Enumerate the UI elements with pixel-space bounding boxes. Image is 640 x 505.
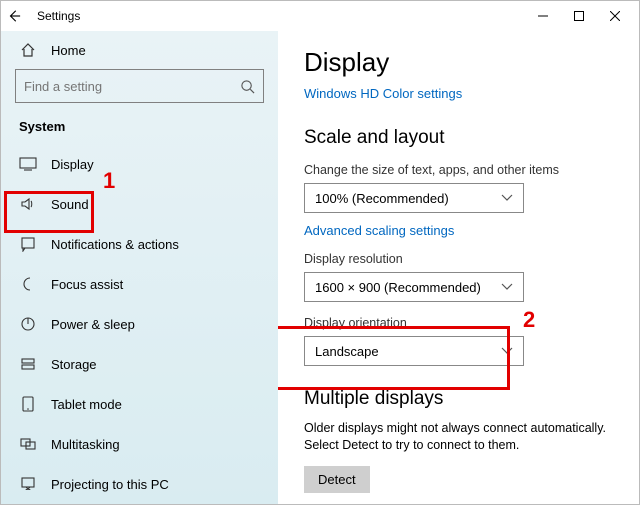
sidebar-item-power-sleep[interactable]: Power & sleep <box>1 304 278 344</box>
chevron-down-icon <box>501 283 513 291</box>
sidebar-item-label: Storage <box>51 357 97 372</box>
sidebar-item-notifications[interactable]: Notifications & actions <box>1 224 278 264</box>
text-size-combo[interactable]: 100% (Recommended) <box>304 183 524 213</box>
multitasking-icon <box>19 436 37 452</box>
titlebar: Settings <box>1 1 639 31</box>
home-button[interactable]: Home <box>1 37 278 63</box>
hd-color-link[interactable]: Windows HD Color settings <box>304 86 621 101</box>
display-icon <box>19 157 37 171</box>
sidebar-item-label: Projecting to this PC <box>51 477 169 492</box>
tablet-icon <box>19 396 37 412</box>
search-field[interactable] <box>24 79 224 94</box>
arrow-left-icon <box>7 9 21 23</box>
sidebar-item-label: Tablet mode <box>51 397 122 412</box>
sidebar-item-label: Notifications & actions <box>51 237 179 252</box>
resolution-label: Display resolution <box>304 252 621 266</box>
minimize-icon <box>538 11 548 21</box>
sidebar-item-label: Sound <box>51 197 89 212</box>
moon-icon <box>19 276 37 292</box>
sidebar: Home System Display Sound <box>1 31 278 504</box>
detect-label: Detect <box>318 472 356 487</box>
window-title: Settings <box>37 9 80 23</box>
home-label: Home <box>51 43 86 58</box>
sidebar-item-tablet-mode[interactable]: Tablet mode <box>1 384 278 424</box>
notifications-icon <box>19 236 37 252</box>
close-icon <box>610 11 620 21</box>
minimize-button[interactable] <box>525 2 561 30</box>
sidebar-item-label: Multitasking <box>51 437 120 452</box>
storage-icon <box>19 356 37 372</box>
multiple-displays-text: Older displays might not always connect … <box>304 420 621 454</box>
sidebar-item-projecting[interactable]: Projecting to this PC <box>1 464 278 504</box>
chevron-down-icon <box>501 347 513 355</box>
back-button[interactable] <box>7 9 27 23</box>
projecting-icon <box>19 476 37 492</box>
settings-window: Settings Home System <box>0 0 640 505</box>
close-button[interactable] <box>597 2 633 30</box>
search-icon <box>240 79 255 94</box>
page-title: Display <box>304 47 621 78</box>
orientation-value: Landscape <box>315 344 379 359</box>
sidebar-item-label: Power & sleep <box>51 317 135 332</box>
sidebar-item-display[interactable]: Display <box>1 144 278 184</box>
orientation-label: Display orientation <box>304 316 621 330</box>
sidebar-item-sound[interactable]: Sound <box>1 184 278 224</box>
resolution-value: 1600 × 900 (Recommended) <box>315 280 481 295</box>
resolution-combo[interactable]: 1600 × 900 (Recommended) <box>304 272 524 302</box>
scale-layout-heading: Scale and layout <box>304 127 621 149</box>
chevron-down-icon <box>501 194 513 202</box>
search-input[interactable] <box>15 69 264 103</box>
power-icon <box>19 316 37 332</box>
sidebar-item-label: Focus assist <box>51 277 123 292</box>
maximize-icon <box>574 11 584 21</box>
main-content: Display Windows HD Color settings Scale … <box>278 31 639 504</box>
advanced-scaling-link[interactable]: Advanced scaling settings <box>304 223 621 238</box>
section-system-label: System <box>1 115 278 144</box>
detect-button[interactable]: Detect <box>304 466 370 493</box>
maximize-button[interactable] <box>561 2 597 30</box>
sidebar-item-storage[interactable]: Storage <box>1 344 278 384</box>
home-icon <box>19 42 37 58</box>
multiple-displays-heading: Multiple displays <box>304 388 621 410</box>
nav-list: Display Sound Notifications & actions Fo… <box>1 144 278 504</box>
sound-icon <box>19 196 37 212</box>
orientation-combo[interactable]: Landscape <box>304 336 524 366</box>
sidebar-item-label: Display <box>51 157 94 172</box>
sidebar-item-focus-assist[interactable]: Focus assist <box>1 264 278 304</box>
text-size-value: 100% (Recommended) <box>315 191 449 206</box>
sidebar-item-multitasking[interactable]: Multitasking <box>1 424 278 464</box>
text-size-label: Change the size of text, apps, and other… <box>304 163 621 177</box>
